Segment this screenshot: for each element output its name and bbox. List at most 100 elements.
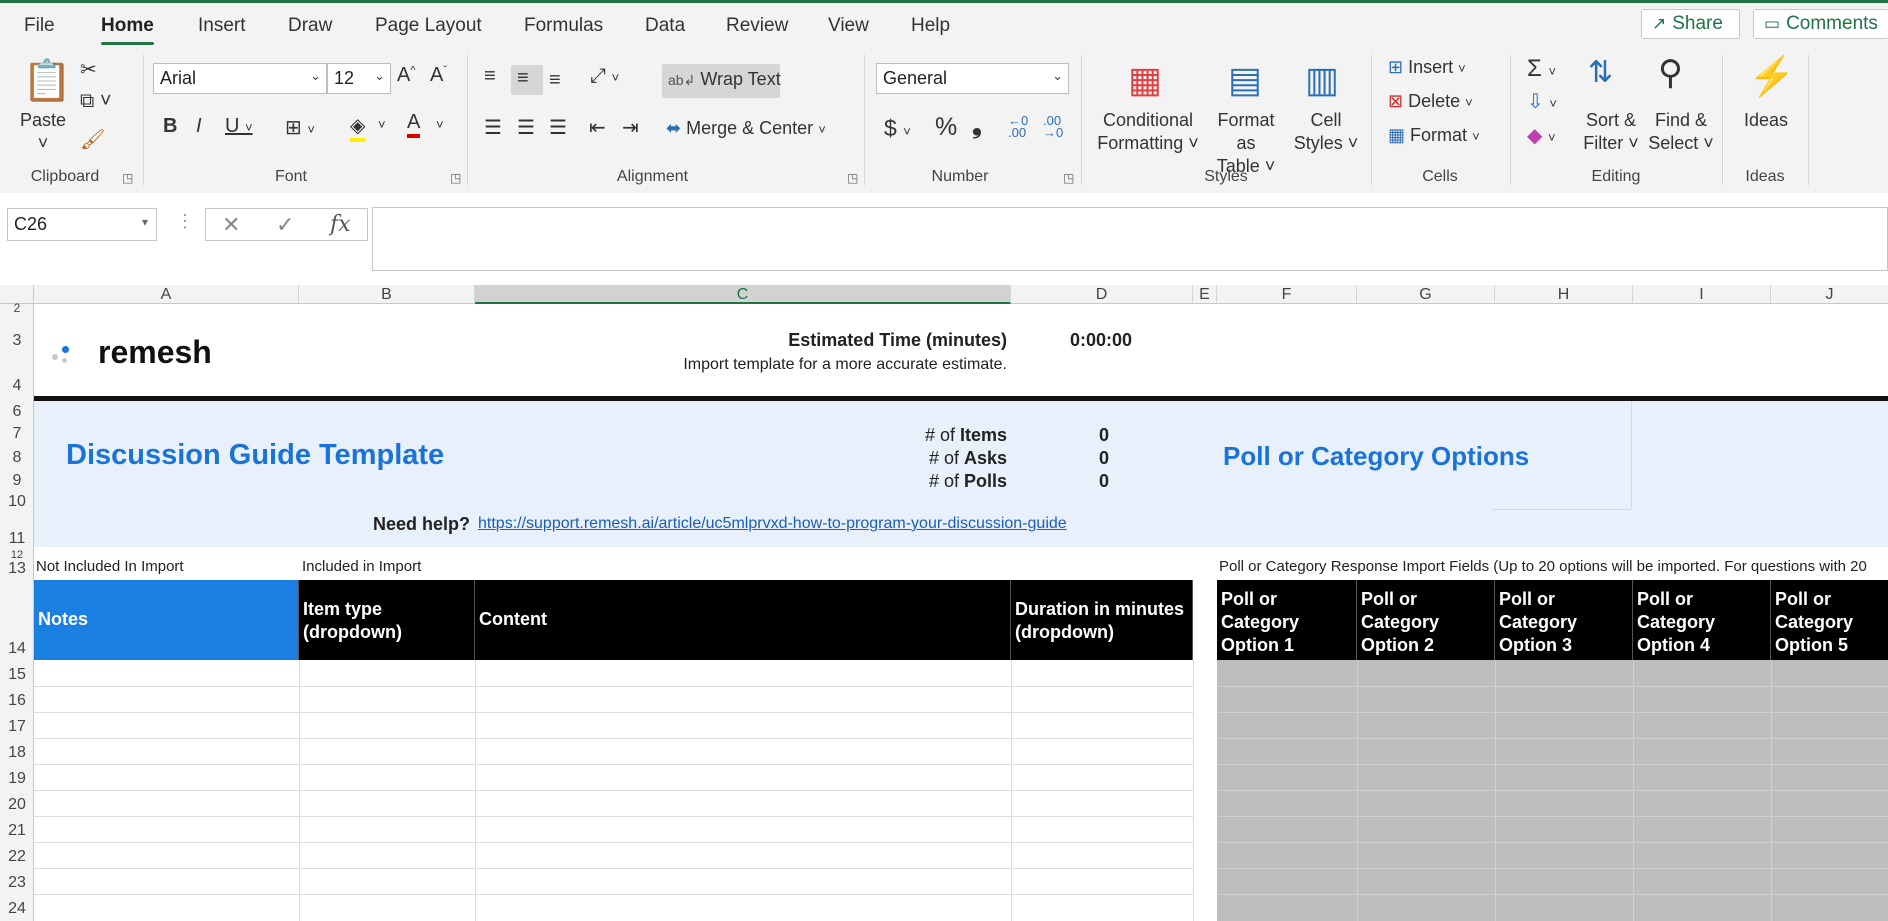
column-header-i[interactable]: I — [1633, 285, 1771, 304]
currency-button[interactable]: $ ˅ — [884, 115, 911, 142]
row-header-14[interactable]: 14 — [0, 640, 34, 658]
column-header-e[interactable]: E — [1193, 285, 1217, 304]
tab-draw[interactable]: Draw — [288, 15, 332, 37]
row-header-2[interactable]: 2 — [0, 302, 34, 314]
cancel-icon[interactable]: ✕ — [222, 212, 240, 238]
autosum-icon[interactable]: Σ ˅ — [1527, 55, 1556, 83]
percent-button[interactable]: % — [935, 113, 957, 142]
font-name-select[interactable]: Arial ⌄ — [153, 63, 327, 94]
fill-icon[interactable]: ⇩ ˅ — [1527, 89, 1557, 114]
alignment-launcher-icon[interactable]: ◳ — [847, 171, 858, 185]
tab-review[interactable]: Review — [726, 15, 788, 37]
column-header-h[interactable]: H — [1495, 285, 1633, 304]
align-middle-icon[interactable]: ≡ — [517, 67, 529, 90]
column-header-c[interactable]: C — [475, 285, 1011, 304]
align-left-icon[interactable]: ☰ — [484, 115, 502, 140]
clipboard-launcher-icon[interactable]: ◳ — [122, 171, 133, 185]
align-top-icon[interactable]: ≡ — [484, 65, 496, 88]
align-right-icon[interactable]: ☰ — [549, 115, 567, 140]
row-header-12[interactable]: 12 — [0, 550, 34, 561]
orientation-icon[interactable]: ⤢ ˅ — [590, 65, 619, 88]
help-link[interactable]: https://support.remesh.ai/article/uc5mlp… — [478, 515, 1067, 533]
copy-icon[interactable]: ⧉ ˅ — [80, 90, 112, 113]
number-format-select[interactable]: General ⌄ — [876, 63, 1069, 94]
share-button[interactable]: ↗ Share — [1641, 9, 1740, 39]
font-size-select[interactable]: 12 ⌄ — [327, 63, 391, 94]
row-header-10[interactable]: 10 — [0, 493, 34, 511]
tab-insert[interactable]: Insert — [198, 15, 246, 37]
comma-style-button[interactable]: ❟ — [972, 111, 982, 140]
increase-indent-icon[interactable]: ⇥ — [622, 115, 639, 140]
row-header-8[interactable]: 8 — [0, 449, 34, 467]
conditional-formatting-button[interactable]: Conditional Formatting ˅ — [1094, 109, 1202, 155]
italic-icon[interactable]: I — [196, 115, 202, 138]
row-header-20[interactable]: 20 — [0, 796, 34, 814]
worksheet[interactable]: remesh Estimated Time (minutes) 0:00:00 … — [34, 304, 1888, 921]
merge-center-button[interactable]: ⬌ Merge & Center ˅ — [666, 118, 826, 139]
ideas-button[interactable]: Ideas — [1740, 109, 1792, 132]
decrease-font-icon[interactable]: Aˇ — [430, 64, 447, 87]
row-header-11[interactable]: 11 — [0, 530, 34, 548]
tab-page-layout[interactable]: Page Layout — [375, 15, 482, 37]
tab-formulas[interactable]: Formulas — [524, 15, 603, 37]
row-header-22[interactable]: 22 — [0, 848, 34, 866]
align-center-icon[interactable]: ☰ — [517, 115, 535, 140]
row-header-17[interactable]: 17 — [0, 718, 34, 736]
insert-cells-button[interactable]: ⊞ Insert ˅ — [1388, 57, 1466, 78]
row-header-23[interactable]: 23 — [0, 874, 34, 892]
column-header-f[interactable]: F — [1217, 285, 1357, 304]
tab-file[interactable]: File — [24, 15, 55, 37]
row-header-7[interactable]: 7 — [0, 425, 34, 443]
column-header-g[interactable]: G — [1357, 285, 1495, 304]
insert-function-icon[interactable]: fx — [330, 212, 351, 237]
bold-icon[interactable]: B — [163, 115, 177, 138]
underline-icon[interactable]: U ˅ — [225, 115, 253, 138]
format-cells-button[interactable]: ▦ Format ˅ — [1388, 125, 1480, 146]
increase-font-icon[interactable]: A^ — [397, 64, 416, 87]
wrap-text-button[interactable]: ab↲ Wrap Text — [668, 69, 781, 90]
name-box[interactable]: C26 ▾ — [7, 208, 157, 241]
row-header-13[interactable]: 13 — [0, 560, 34, 578]
cell-styles-button[interactable]: Cell Styles ˅ — [1290, 109, 1362, 155]
row-header-6[interactable]: 6 — [0, 403, 34, 421]
row-header-24[interactable]: 24 — [0, 900, 34, 918]
row-header-9[interactable]: 9 — [0, 472, 34, 490]
format-painter-icon[interactable]: 🖌 — [80, 127, 105, 152]
paste-button[interactable]: Paste ˅ — [20, 109, 66, 155]
number-launcher-icon[interactable]: ◳ — [1063, 171, 1074, 185]
row-header-18[interactable]: 18 — [0, 744, 34, 762]
decrease-decimal-button[interactable]: .00 →0 — [1043, 114, 1063, 139]
font-color-dropdown-icon[interactable]: ˅ — [436, 117, 444, 132]
tab-view[interactable]: View — [828, 15, 869, 37]
row-header-21[interactable]: 21 — [0, 822, 34, 840]
row-header-4[interactable]: 4 — [0, 377, 34, 395]
clear-icon[interactable]: ◆ ˅ — [1527, 123, 1556, 148]
cut-icon[interactable]: ✂ — [80, 57, 97, 82]
comments-button[interactable]: ▭ Comments — [1753, 9, 1888, 39]
font-launcher-icon[interactable]: ◳ — [450, 171, 461, 185]
fill-color-dropdown-icon[interactable]: ˅ — [378, 117, 386, 132]
column-header-j[interactable]: J — [1771, 285, 1888, 304]
row-header-16[interactable]: 16 — [0, 692, 34, 710]
row-header-15[interactable]: 15 — [0, 666, 34, 684]
decrease-indent-icon[interactable]: ⇤ — [589, 115, 606, 140]
row-header-3[interactable]: 3 — [0, 332, 34, 350]
tab-data[interactable]: Data — [645, 15, 685, 37]
find-select-button[interactable]: Find & Select ˅ — [1646, 109, 1716, 155]
formula-input[interactable] — [372, 207, 1888, 271]
align-bottom-icon[interactable]: ≡ — [549, 69, 561, 92]
increase-decimal-button[interactable]: ←0.00 — [1008, 114, 1028, 139]
tab-help[interactable]: Help — [911, 15, 950, 37]
more-options-icon[interactable]: ⋮ — [176, 211, 194, 232]
row-header-19[interactable]: 19 — [0, 770, 34, 788]
fill-color-icon[interactable]: ◈ — [350, 113, 366, 142]
column-header-a[interactable]: A — [34, 285, 299, 304]
enter-icon[interactable]: ✓ — [276, 212, 294, 238]
column-header-b[interactable]: B — [299, 285, 475, 304]
borders-icon[interactable]: ⊞ ˅ — [285, 115, 315, 140]
tab-home[interactable]: Home — [101, 15, 154, 45]
font-color-icon[interactable]: A — [407, 111, 421, 138]
delete-cells-button[interactable]: ⊠ Delete ˅ — [1388, 91, 1473, 112]
sort-filter-button[interactable]: Sort & Filter ˅ — [1576, 109, 1646, 155]
column-header-d[interactable]: D — [1011, 285, 1193, 304]
